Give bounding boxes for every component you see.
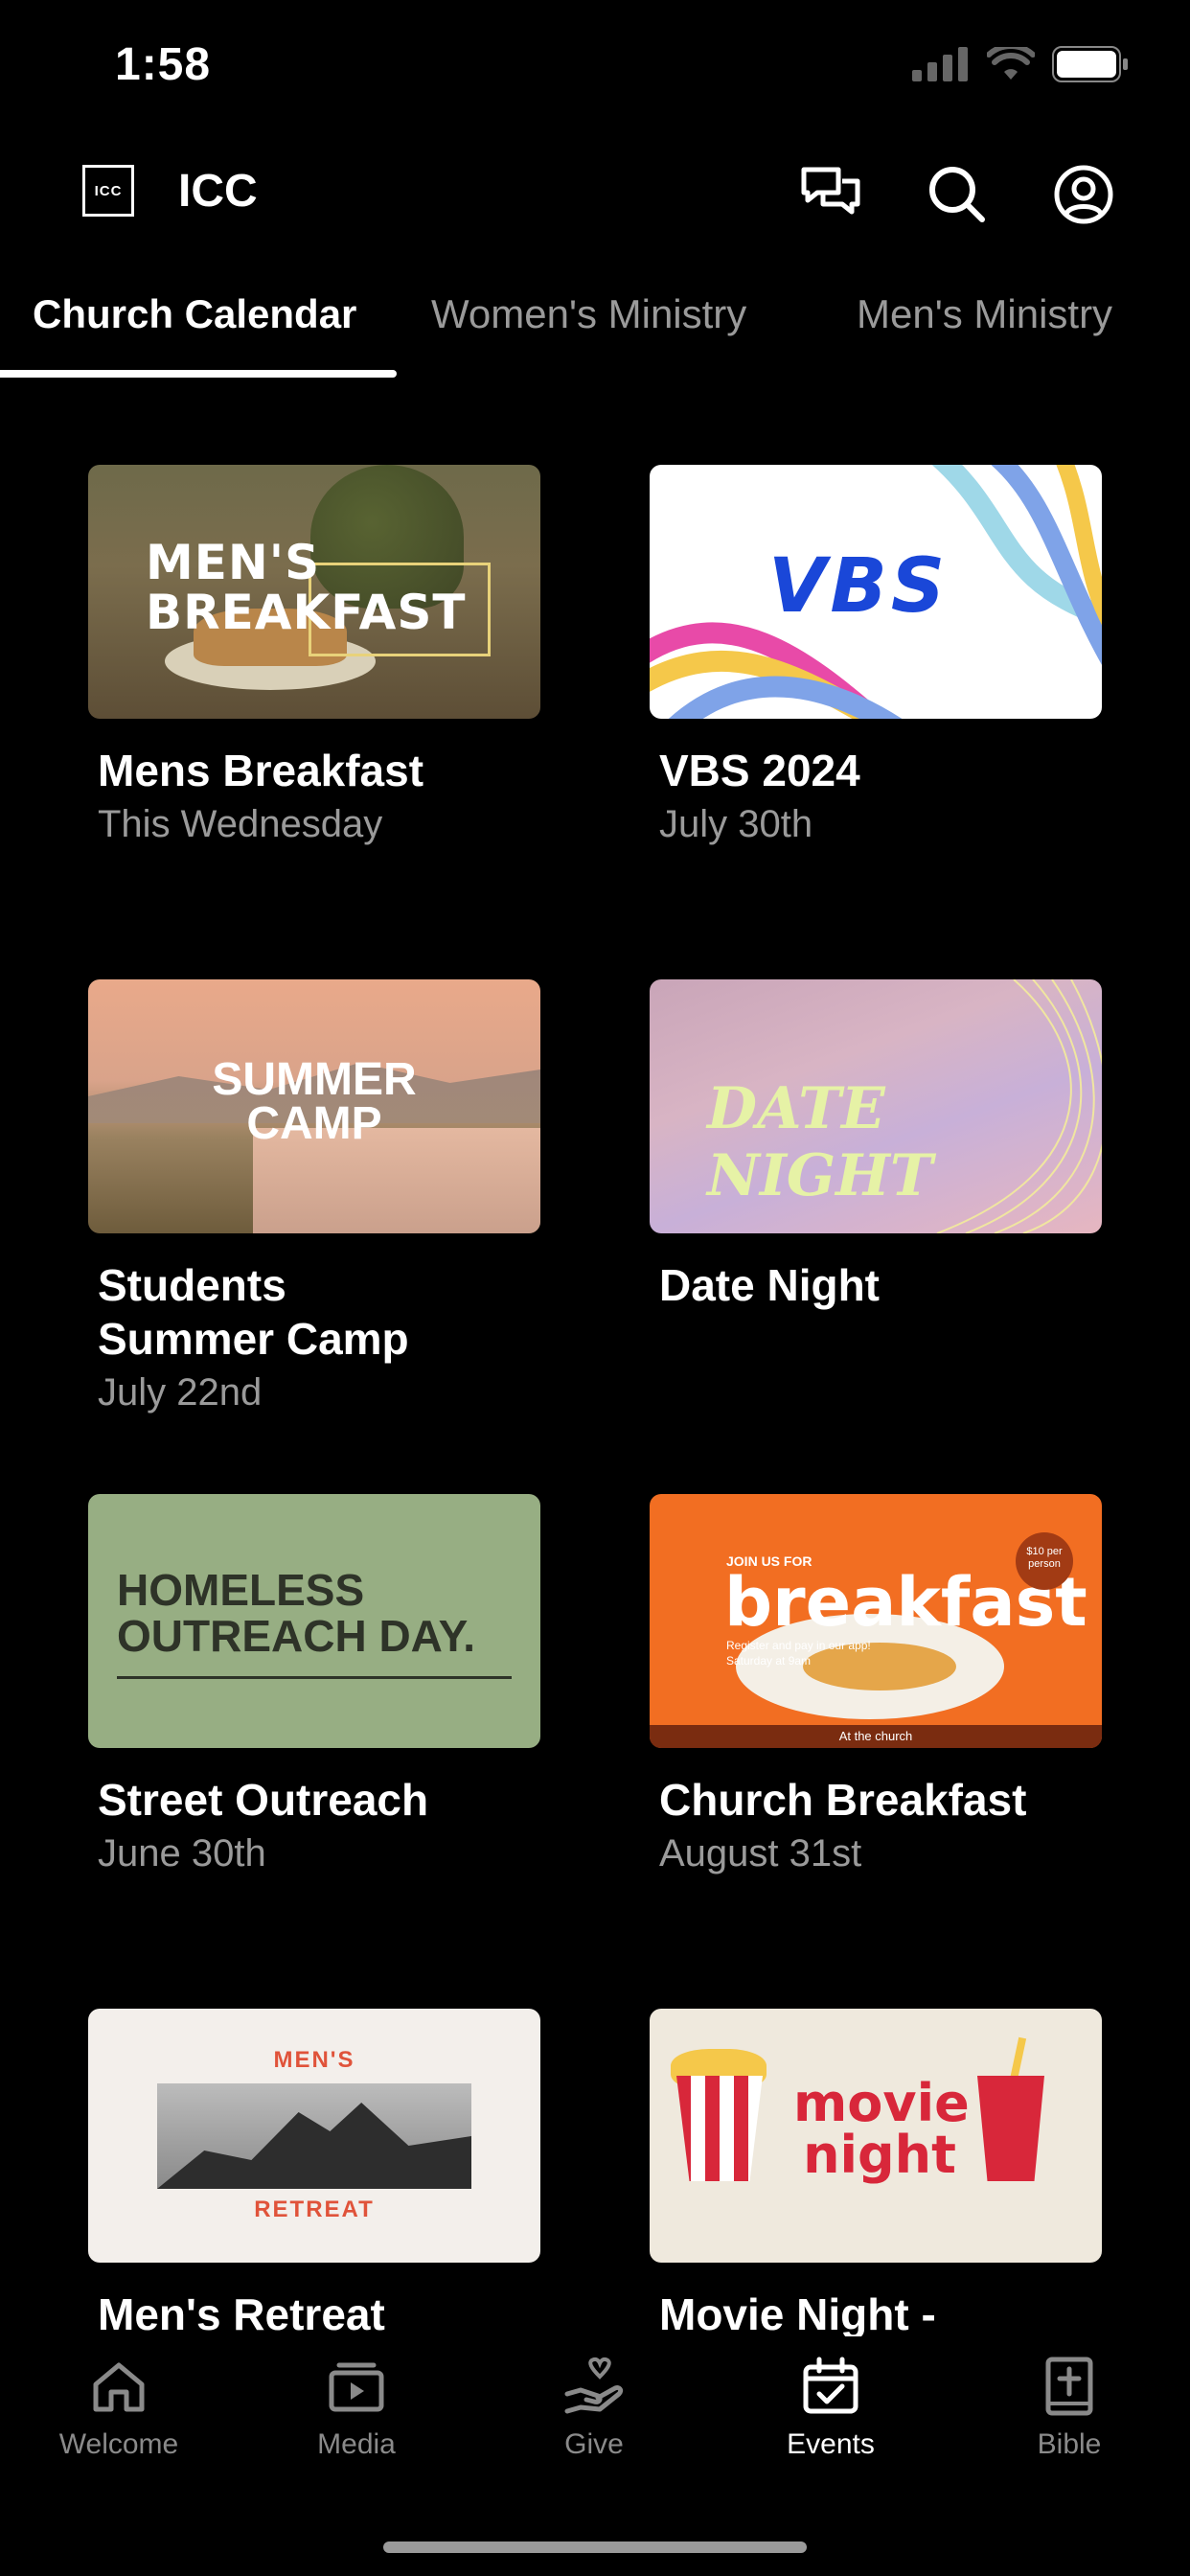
thumbnail-text: HOMELESS OUTREACH DAY. [117,1565,476,1661]
event-thumbnail: MEN'S RETREAT [88,2009,540,2263]
media-icon [329,2362,384,2412]
event-card-mens-retreat[interactable]: MEN'S RETREAT Men's Retreat [88,2009,540,2341]
thumbnail-footer: At the church [650,1725,1102,1748]
cellular-signal-icon [912,47,968,81]
thumbnail-text: VBS [768,543,949,630]
event-thumbnail: movie night [650,2009,1102,2263]
thumbnail-text: SUMMER CAMP [212,1054,417,1149]
tab-mens-ministry[interactable]: Men's Ministry [857,291,1112,337]
thumbnail-text: MEN'S [273,2047,355,2073]
event-card-mens-breakfast[interactable]: MEN'S BREAKFAST Mens Breakfast This Wedne… [88,465,540,849]
price-badge: $10 per person [1016,1532,1073,1590]
event-title: Men's Retreat [98,2289,385,2339]
event-thumbnail: HOMELESS OUTREACH DAY. [88,1494,540,1748]
event-card-summer-camp[interactable]: SUMMER CAMP Students Summer Camp July 22n… [88,979,540,1417]
nav-media[interactable]: Media [261,2356,452,2461]
chat-icon [801,167,860,215]
event-date: August 31st [659,1832,862,1874]
search-button[interactable] [924,161,991,228]
wifi-icon [987,47,1035,80]
home-indicator[interactable] [383,2542,807,2553]
thumbnail-subtext: Register and pay in our app! Saturday at … [726,1639,871,1668]
event-title: Date Night [659,1260,880,1310]
search-icon [929,167,985,222]
event-title: Students Summer Camp [98,1260,409,1364]
event-card-vbs[interactable]: VBS VBS 2024 July 30th [650,465,1102,849]
active-tab-indicator [0,370,397,378]
bible-icon [1045,2357,1093,2416]
thumbnail-text: movie night [793,2073,970,2185]
event-title: Movie Night - [659,2289,936,2339]
event-thumbnail: DATE NIGHT [650,979,1102,1233]
app-name: ICC [178,166,258,217]
account-icon [1054,165,1113,224]
tab-womens-ministry[interactable]: Women's Ministry [431,291,746,337]
nav-bible[interactable]: Bible [973,2356,1165,2461]
event-title: Mens Breakfast [98,746,424,795]
nav-label: Give [564,2428,624,2460]
event-card-date-night[interactable]: DATE NIGHT Date Night [650,979,1102,1312]
nav-label: Welcome [58,2428,179,2460]
calendar-icon [803,2357,858,2414]
profile-button[interactable] [1050,161,1117,228]
nav-label: Media [317,2428,396,2460]
event-thumbnail: JOIN US FOR breakfast Register and pay i… [650,1494,1102,1748]
status-time: 1:58 [115,39,212,90]
nav-give[interactable]: Give [498,2356,690,2461]
status-bar: 1:58 [0,0,1190,134]
app-header: ICC ICC [0,144,1190,240]
thumbnail-text: RETREAT [254,2196,375,2222]
messages-button[interactable] [797,161,864,228]
nav-events[interactable]: Events [735,2356,927,2461]
home-icon [93,2362,145,2412]
battery-icon [1052,46,1128,82]
event-card-street-outreach[interactable]: HOMELESS OUTREACH DAY. Street Outreach Ju… [88,1494,540,1878]
church-logo: ICC [82,165,134,217]
bottom-navigation: Welcome Media Give Events Bible [0,2336,1190,2576]
thumbnail-text: MEN'S BREAKFAST [146,535,467,640]
event-thumbnail: VBS [650,465,1102,719]
nav-label: Bible [1037,2428,1102,2460]
event-title: VBS 2024 [659,746,860,795]
app-screen: 1:58 ICC ICC Church Calendar Women's Min… [0,0,1190,2576]
event-thumbnail: SUMMER CAMP [88,979,540,1233]
status-icons [912,46,1129,82]
event-thumbnail: MEN'S BREAKFAST [88,465,540,719]
give-icon [564,2357,624,2414]
event-date: July 22nd [98,1371,263,1414]
event-card-church-breakfast[interactable]: JOIN US FOR breakfast Register and pay i… [650,1494,1102,1878]
event-title: Church Breakfast [659,1775,1027,1825]
event-date: July 30th [659,803,813,845]
category-tabs: Church Calendar Women's Ministry Men's M… [0,278,1190,383]
nav-label: Events [787,2428,875,2460]
event-card-movie-night[interactable]: movie night Movie Night - [650,2009,1102,2341]
event-date: June 30th [98,1832,266,1874]
nav-welcome[interactable]: Welcome [23,2356,215,2461]
tab-church-calendar[interactable]: Church Calendar [33,291,356,337]
event-date: This Wednesday [98,803,383,845]
thumbnail-text: DATE NIGHT [707,1075,933,1209]
event-title: Street Outreach [98,1775,429,1825]
